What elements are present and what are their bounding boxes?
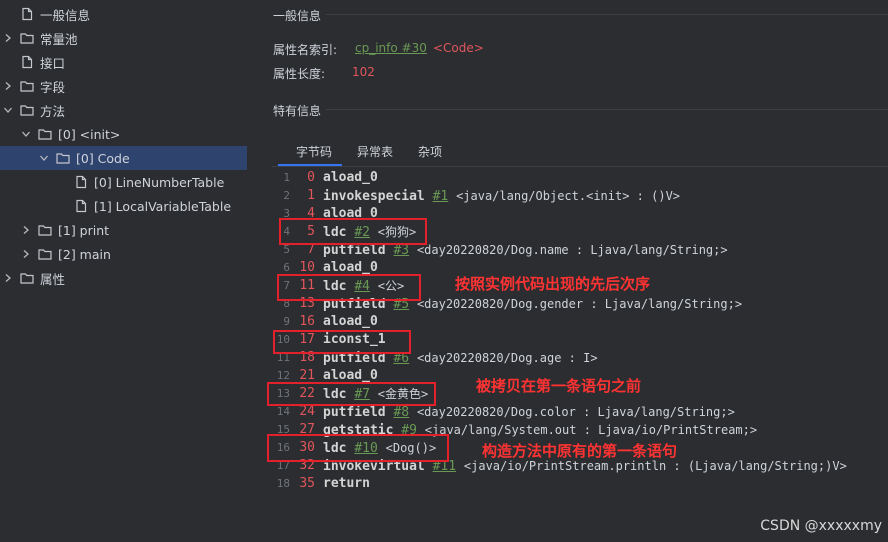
bytecode-offset: 35 bbox=[299, 476, 315, 491]
tree-item-label: [0] LineNumberTable bbox=[94, 174, 225, 190]
line-number: 1 bbox=[283, 171, 290, 184]
no-chevron bbox=[56, 176, 68, 188]
cp-ref-link[interactable]: #1 bbox=[433, 189, 449, 204]
file-icon bbox=[74, 199, 88, 213]
cp-comment: <java/lang/Object.<init> : ()V> bbox=[456, 189, 681, 203]
tree-item-label: 属性 bbox=[40, 271, 66, 287]
cp-ref-link[interactable]: #8 bbox=[393, 405, 409, 420]
highlight-box bbox=[267, 382, 436, 406]
bytecode-offset: 0 bbox=[307, 170, 315, 185]
opcode: aload_0 bbox=[323, 170, 378, 185]
highlight-box bbox=[279, 218, 427, 245]
folder-icon bbox=[20, 271, 34, 285]
cp-comment: <day20220820/Dog.name : Ljava/lang/Strin… bbox=[416, 243, 728, 257]
attr-length-value: 102 bbox=[352, 65, 375, 79]
cp-comment: <day20220820/Dog.gender : Ljava/lang/Str… bbox=[416, 297, 743, 311]
general-info-title: 一般信息 bbox=[273, 9, 322, 23]
annotation-order-note: 按照实例代码出现的先后次序 bbox=[455, 275, 651, 293]
tab-bytecode[interactable]: 字节码 bbox=[296, 143, 332, 160]
tree-item-label: 字段 bbox=[40, 79, 66, 95]
tree-item-fields[interactable]: 字段 bbox=[0, 74, 249, 98]
tree-item-code[interactable]: [0] Code bbox=[0, 146, 247, 170]
attr-name-value: <Code> bbox=[433, 41, 484, 55]
opcode: aload_0 bbox=[323, 314, 378, 329]
chevron-right-icon[interactable] bbox=[2, 32, 14, 44]
tree-item-method-main[interactable]: [2] main bbox=[0, 242, 267, 266]
line-number: 2 bbox=[283, 189, 290, 202]
tree-item-label: 接口 bbox=[40, 55, 66, 71]
tree-item-method-print[interactable]: [1] print bbox=[0, 218, 267, 242]
file-icon bbox=[74, 175, 88, 189]
opcode: putfield bbox=[323, 243, 386, 258]
cp-info-link[interactable]: cp_info #30 bbox=[355, 41, 427, 55]
highlight-box bbox=[273, 330, 411, 354]
tree-item-label: 一般信息 bbox=[40, 7, 91, 23]
section-divider bbox=[326, 14, 888, 15]
tree-item-constant-pool[interactable]: 常量池 bbox=[0, 26, 249, 50]
folder-icon bbox=[20, 79, 34, 93]
chevron-down-icon[interactable] bbox=[2, 104, 14, 116]
line-number: 9 bbox=[283, 315, 290, 328]
tree-item-label: [0] Code bbox=[76, 150, 130, 166]
no-chevron bbox=[2, 56, 14, 68]
chevron-down-icon[interactable] bbox=[38, 152, 50, 164]
file-icon bbox=[20, 7, 34, 21]
csdn-watermark: CSDN @xxxxxmy bbox=[760, 518, 882, 534]
folder-icon bbox=[38, 247, 52, 261]
cp-comment: <java/io/PrintStream.println : (Ljava/la… bbox=[463, 459, 847, 473]
opcode: putfield bbox=[323, 405, 386, 420]
no-chevron bbox=[56, 200, 68, 212]
highlight-box bbox=[277, 274, 421, 301]
no-chevron bbox=[2, 8, 14, 20]
bytecode-offset: 1 bbox=[307, 188, 315, 203]
section-divider bbox=[326, 109, 888, 110]
folder-icon bbox=[20, 31, 34, 45]
folder-icon bbox=[38, 127, 52, 141]
attr-length-label: 属性长度: bbox=[273, 67, 326, 81]
annotation-constructor-note: 构造方法中原有的第一条语句 bbox=[482, 442, 678, 460]
opcode: return bbox=[323, 476, 370, 491]
tree-item-method-init[interactable]: [0] <init> bbox=[0, 122, 267, 146]
opcode: aload_0 bbox=[323, 368, 378, 383]
file-icon bbox=[20, 55, 34, 69]
class-structure-tree: 一般信息 常量池 接口 字段 方法 [0] <init> [0] Code [0… bbox=[0, 0, 252, 542]
annotation-copied-note: 被拷贝在第一条语句之前 bbox=[476, 377, 642, 395]
tree-item-label: [0] <init> bbox=[58, 126, 121, 142]
tree-item-label: 方法 bbox=[40, 103, 66, 119]
cp-comment: <day20220820/Dog.color : Ljava/lang/Stri… bbox=[416, 405, 735, 419]
highlight-box bbox=[267, 434, 449, 462]
tree-item-label: [1] LocalVariableTable bbox=[94, 198, 232, 214]
line-number: 18 bbox=[276, 477, 290, 490]
attr-name-index-label: 属性名索引: bbox=[273, 43, 338, 57]
bytecode-offset: 16 bbox=[299, 314, 315, 329]
specific-info-title: 特有信息 bbox=[273, 104, 322, 118]
tree-item-interfaces[interactable]: 接口 bbox=[0, 50, 249, 74]
tab-exception-table[interactable]: 异常表 bbox=[357, 143, 393, 160]
tree-item-attributes[interactable]: 属性 bbox=[0, 266, 249, 290]
tree-item-label: 常量池 bbox=[40, 31, 78, 47]
tree-item-label: [2] main bbox=[58, 246, 111, 262]
chevron-right-icon[interactable] bbox=[20, 248, 32, 260]
folder-icon bbox=[20, 103, 34, 117]
chevron-down-icon[interactable] bbox=[20, 128, 32, 140]
chevron-right-icon[interactable] bbox=[2, 80, 14, 92]
cp-comment: <java/lang/System.out : Ljava/io/PrintSt… bbox=[424, 423, 758, 437]
tree-item-label: [1] print bbox=[58, 222, 110, 238]
tree-item-methods[interactable]: 方法 bbox=[0, 98, 249, 122]
chevron-right-icon[interactable] bbox=[20, 224, 32, 236]
chevron-right-icon[interactable] bbox=[2, 272, 14, 284]
folder-icon bbox=[38, 223, 52, 237]
cp-ref-link[interactable]: #3 bbox=[393, 243, 409, 258]
opcode: invokespecial bbox=[323, 189, 425, 204]
folder-icon bbox=[56, 151, 70, 165]
opcode: aload_0 bbox=[323, 260, 378, 275]
tab-divider bbox=[272, 166, 888, 167]
cp-comment: <day20220820/Dog.age : I> bbox=[416, 351, 598, 365]
tab-misc[interactable]: 杂项 bbox=[418, 143, 442, 160]
tree-item-general-info[interactable]: 一般信息 bbox=[0, 2, 249, 26]
